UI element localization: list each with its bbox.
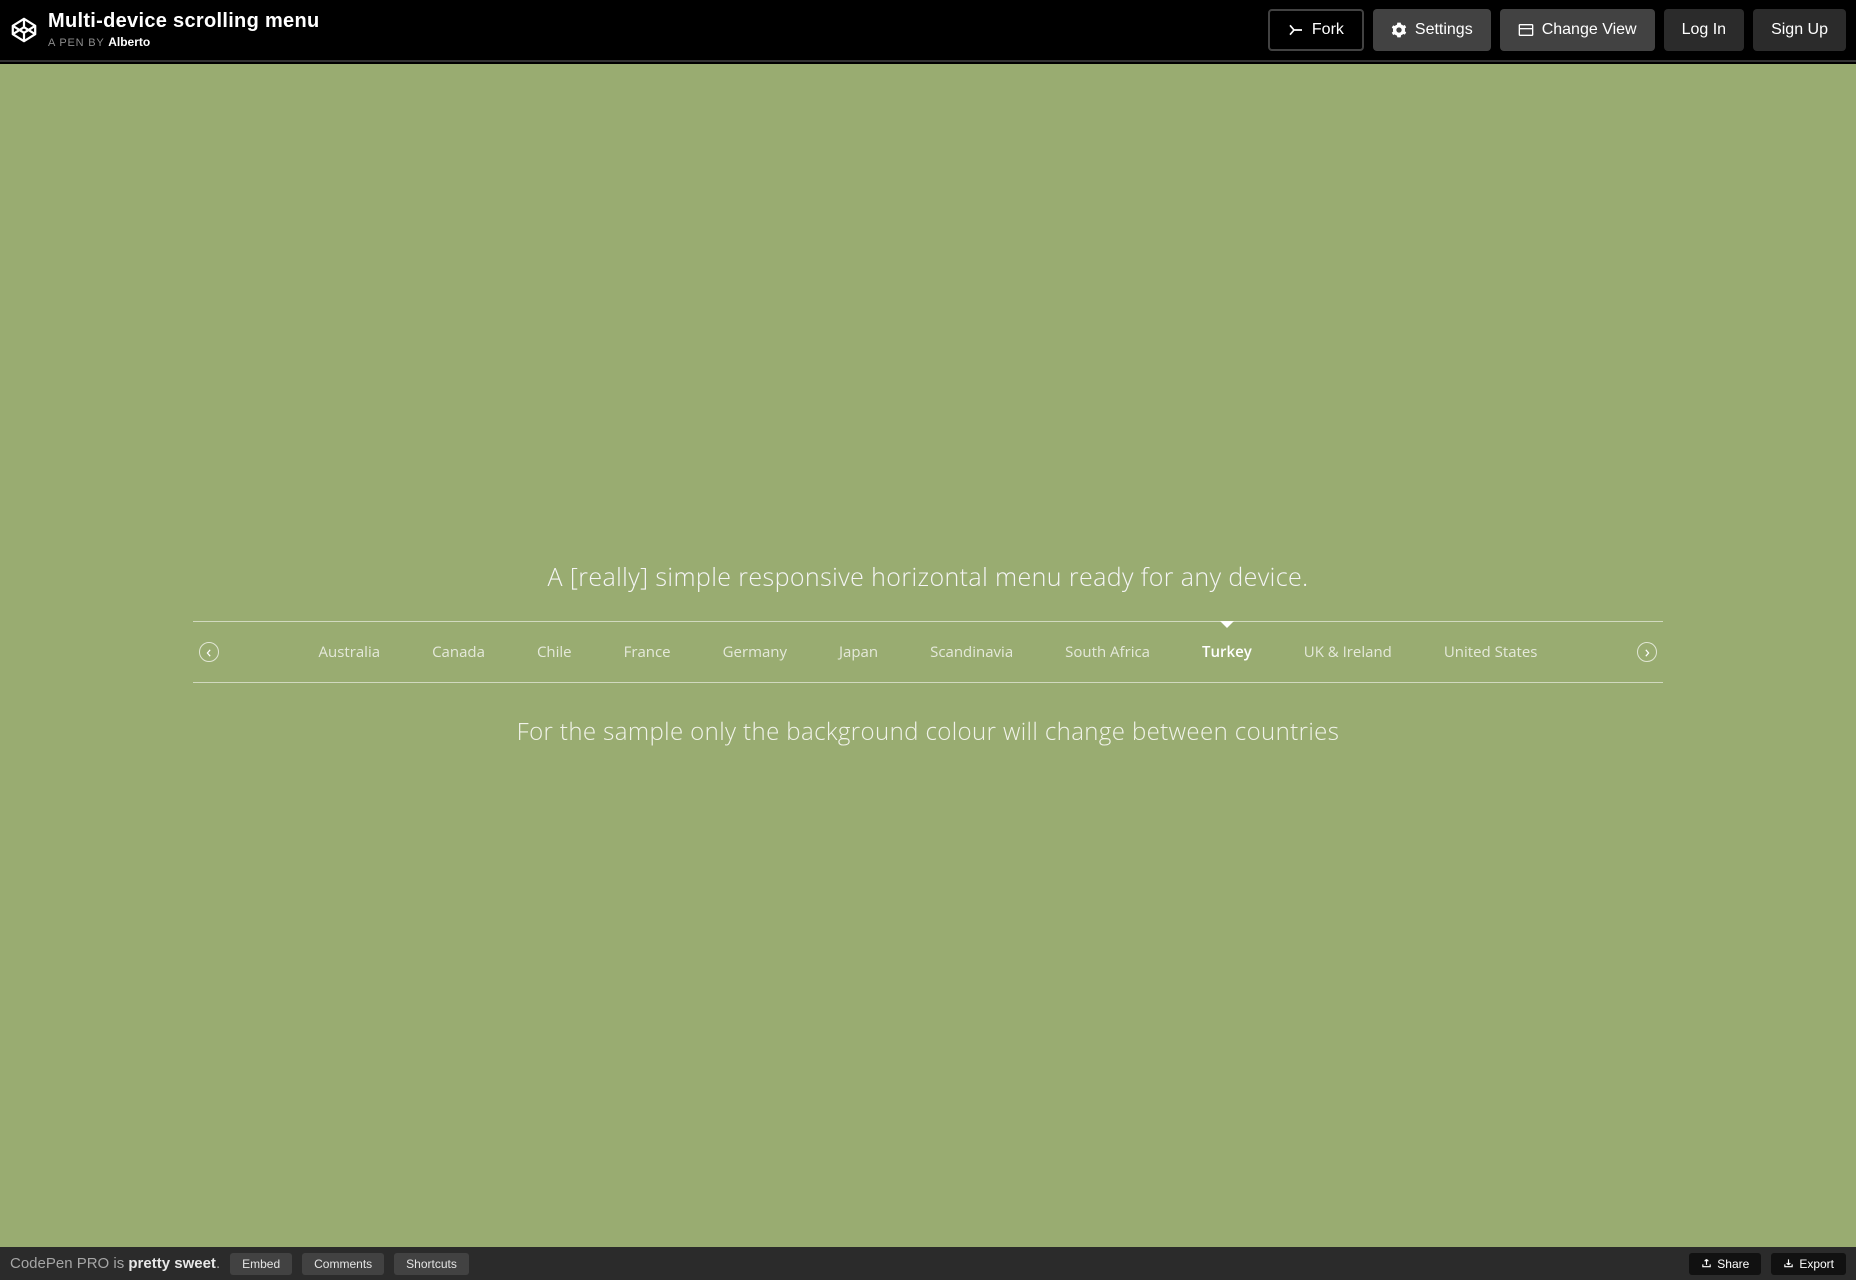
header-actions: Fork Settings Change View Log In Sign Up — [1268, 9, 1846, 51]
preview-pane: A [really] simple responsive horizontal … — [0, 64, 1856, 1247]
menu-item[interactable]: South Africa — [1065, 622, 1150, 682]
signup-button[interactable]: Sign Up — [1753, 9, 1846, 51]
settings-button[interactable]: Settings — [1373, 9, 1491, 51]
menu-scroll-left-button[interactable] — [199, 642, 219, 662]
chevron-right-icon — [1643, 645, 1651, 660]
promo-suffix: . — [216, 1255, 220, 1272]
app-header: Multi-device scrolling menu A PEN BY Alb… — [0, 0, 1856, 62]
promo-prefix: CodePen PRO is — [10, 1255, 128, 1272]
change-view-button[interactable]: Change View — [1500, 9, 1655, 51]
footer-promo[interactable]: CodePen PRO is pretty sweet. — [10, 1255, 220, 1272]
menu-item[interactable]: United States — [1444, 622, 1538, 682]
share-label: Share — [1717, 1257, 1749, 1271]
login-label: Log In — [1682, 21, 1726, 39]
codepen-logo-icon[interactable] — [10, 16, 38, 44]
export-button[interactable]: Export — [1771, 1253, 1846, 1275]
gear-icon — [1391, 22, 1407, 38]
menu-item[interactable]: Germany — [723, 622, 787, 682]
layout-icon — [1518, 22, 1534, 38]
export-icon — [1783, 1258, 1794, 1269]
menu-scroll-right-button[interactable] — [1637, 642, 1657, 662]
title-block: Multi-device scrolling menu A PEN BY Alb… — [48, 9, 319, 50]
pen-byline: A PEN BY Alberto — [48, 35, 319, 50]
menu-item[interactable]: Chile — [537, 622, 572, 682]
login-button[interactable]: Log In — [1664, 9, 1744, 51]
promo-highlight: pretty sweet — [128, 1255, 216, 1272]
lead-text: A [really] simple responsive horizontal … — [193, 64, 1663, 594]
share-button[interactable]: Share — [1689, 1253, 1761, 1275]
shortcuts-button[interactable]: Shortcuts — [394, 1253, 469, 1275]
fork-icon — [1288, 22, 1304, 38]
pen-author-link[interactable]: Alberto — [108, 35, 150, 49]
change-view-label: Change View — [1542, 21, 1637, 39]
pen-by-prefix: A PEN BY — [48, 37, 108, 49]
settings-label: Settings — [1415, 21, 1473, 39]
menu-item[interactable]: UK & Ireland — [1304, 622, 1392, 682]
menu-item[interactable]: Australia — [319, 622, 381, 682]
embed-button[interactable]: Embed — [230, 1253, 292, 1275]
fork-button[interactable]: Fork — [1268, 9, 1364, 51]
signup-label: Sign Up — [1771, 21, 1828, 39]
app-footer: CodePen PRO is pretty sweet. Embed Comme… — [0, 1247, 1856, 1280]
menu-item[interactable]: Scandinavia — [930, 622, 1013, 682]
menu-item[interactable]: Turkey — [1202, 622, 1252, 682]
comments-button[interactable]: Comments — [302, 1253, 384, 1275]
logo-area: Multi-device scrolling menu A PEN BY Alb… — [10, 9, 319, 50]
menu-item[interactable]: Canada — [432, 622, 485, 682]
export-label: Export — [1799, 1257, 1834, 1271]
menu-item[interactable]: Japan — [839, 622, 878, 682]
share-icon — [1701, 1258, 1712, 1269]
fork-label: Fork — [1312, 21, 1344, 39]
menu-items: Australia Canada Chile France Germany Japan Sc… — [219, 622, 1637, 682]
pen-title[interactable]: Multi-device scrolling menu — [48, 9, 319, 33]
scrolling-menu: Australia Canada Chile France Germany Japan Sc… — [193, 621, 1663, 683]
menu-item[interactable]: France — [624, 622, 671, 682]
chevron-left-icon — [205, 645, 213, 660]
sub-text: For the sample only the background colou… — [193, 715, 1663, 748]
